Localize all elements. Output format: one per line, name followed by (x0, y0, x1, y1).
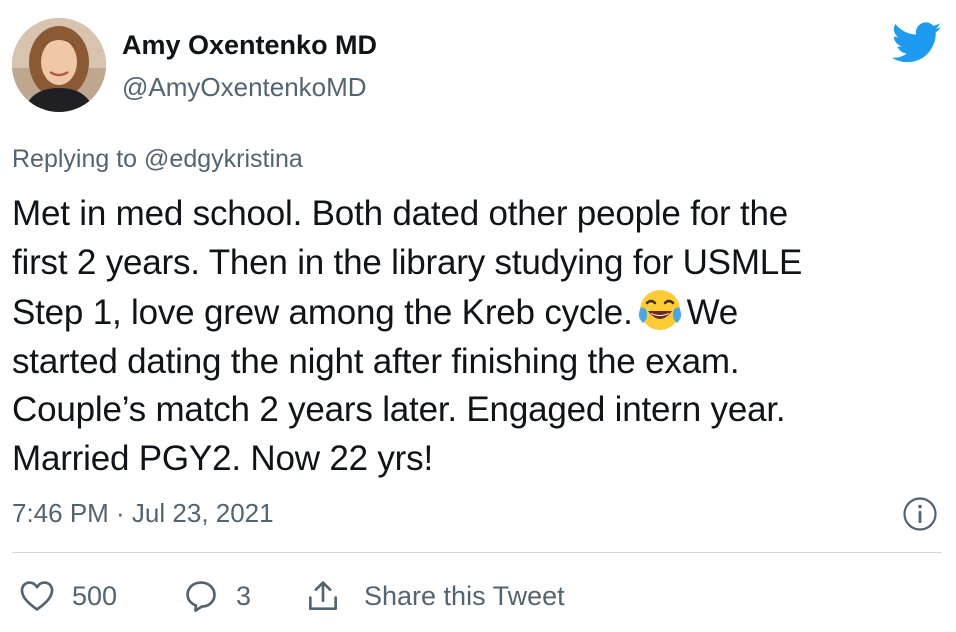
action-bar: 500 3 Share this Tweet (0, 570, 956, 622)
info-icon[interactable] (902, 496, 938, 532)
tweet-timestamp[interactable]: 7:46 PM · Jul 23, 2021 (12, 498, 274, 529)
tweet-text-segment: Step 1, love grew among the Kreb cycle. (12, 293, 633, 332)
author-handle[interactable]: @AmyOxentenkoMD (122, 72, 367, 103)
share-label: Share this Tweet (364, 580, 565, 611)
tweet-text-line: Met in med school. Both dated other peop… (12, 194, 789, 233)
tweet-text-segment: We (686, 293, 739, 332)
tweet-text: Met in med school. Both dated other peop… (12, 190, 942, 483)
reply-button[interactable]: 3 (182, 570, 251, 622)
heart-icon (20, 581, 54, 611)
tweet-text-line: Step 1, love grew among the Kreb cycle. … (12, 287, 942, 338)
reply-count: 3 (236, 580, 252, 611)
avatar-photo (12, 18, 106, 112)
face-with-tears-of-joy-emoji-icon (638, 290, 681, 330)
avatar[interactable] (12, 18, 106, 112)
twitter-bird-icon[interactable] (892, 22, 942, 64)
reply-icon (186, 581, 216, 612)
share-icon (308, 581, 338, 611)
like-button[interactable]: 500 (18, 570, 117, 622)
share-button[interactable]: Share this Tweet (304, 570, 565, 622)
replying-to: Replying to @edgykristina (12, 145, 303, 174)
tweet-text-line: started dating the night after finishing… (12, 341, 740, 381)
reply-mention-link[interactable]: @edgykristina (144, 145, 303, 173)
tweet-card: Amy Oxentenko MD @AmyOxentenkoMD Replyin… (0, 0, 956, 632)
tweet-text-line: Married PGY2. Now 22 yrs! (12, 438, 433, 478)
author-name[interactable]: Amy Oxentenko MD (122, 30, 377, 61)
tweet-text-line: Couple’s match 2 years later. Engaged in… (12, 390, 786, 429)
replying-prefix: Replying to (12, 145, 138, 173)
divider (12, 552, 942, 553)
like-count: 500 (72, 580, 118, 611)
tweet-text-line: first 2 years. Then in the library study… (12, 242, 803, 282)
